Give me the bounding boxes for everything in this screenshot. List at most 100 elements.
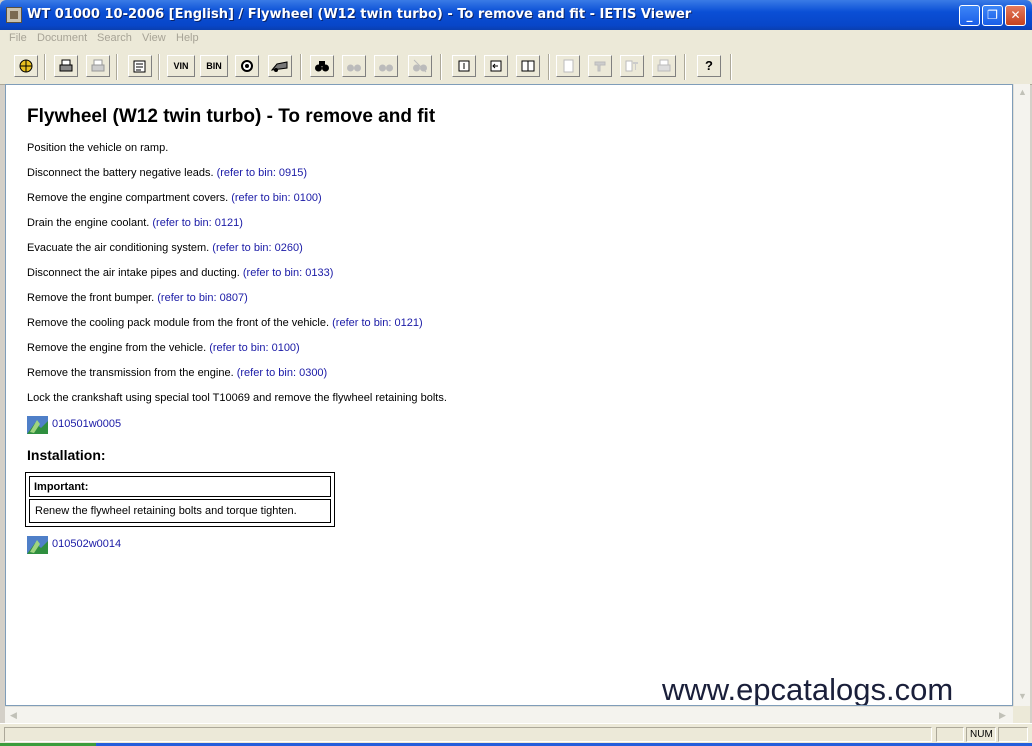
settings-button[interactable] — [235, 55, 259, 77]
status-pane-blank — [998, 727, 1028, 742]
page-title: Flywheel (W12 twin turbo) - To remove an… — [27, 106, 436, 127]
menu-help[interactable]: Help — [176, 32, 199, 44]
title-bar: WT 01000 10-2006 [English] / Flywheel (W… — [0, 0, 1032, 30]
new-page-button[interactable] — [556, 55, 580, 77]
globe-icon — [19, 59, 33, 73]
bin-reference-link[interactable]: (refer to bin: 0260) — [212, 242, 303, 254]
step-text: Disconnect the air intake pipes and duct… — [27, 267, 240, 279]
scroll-down-arrow-icon[interactable]: ▼ — [1015, 689, 1030, 704]
print-preview-button[interactable] — [86, 55, 110, 77]
toolbar-separator — [44, 54, 46, 80]
scroll-up-arrow-icon[interactable]: ▲ — [1015, 85, 1030, 100]
find-clear-button[interactable] — [408, 55, 432, 77]
menu-view[interactable]: View — [142, 32, 166, 44]
toolbar-separator — [548, 54, 550, 80]
important-label: Important: — [29, 476, 331, 497]
binoculars-clear-icon — [413, 59, 427, 73]
tool-icon — [594, 61, 606, 72]
important-note: Important: Renew the flywheel retaining … — [25, 472, 335, 527]
printer-disabled-icon — [657, 59, 671, 72]
print-button[interactable] — [54, 55, 78, 77]
bin-reference-link[interactable]: (refer to bin: 0915) — [217, 167, 308, 179]
step-2: Disconnect the battery negative leads. (… — [27, 167, 307, 179]
window-title: WT 01000 10-2006 [English] / Flywheel (W… — [27, 7, 692, 22]
status-bar: NUM — [0, 723, 1032, 744]
bin-reference-link[interactable]: (refer to bin: 0100) — [231, 192, 322, 204]
minimize-button[interactable]: _ — [959, 5, 980, 26]
home-button[interactable] — [14, 55, 38, 77]
printer-disabled-icon — [91, 59, 105, 72]
vin-button[interactable]: VIN — [167, 55, 195, 77]
menu-bar: File Document Search View Help — [0, 30, 1032, 48]
step-8: Remove the cooling pack module from the … — [27, 317, 423, 329]
step-text: Evacuate the air conditioning system. — [27, 242, 210, 254]
book-button[interactable] — [516, 55, 540, 77]
maximize-button[interactable]: ❐ — [982, 5, 1003, 26]
step-text: Position the vehicle on ramp. — [27, 142, 169, 154]
app-icon[interactable] — [6, 7, 22, 23]
step-text: Disconnect the battery negative leads. — [27, 167, 214, 179]
bin-reference-link[interactable]: (refer to bin: 0300) — [237, 367, 328, 379]
bin-reference-link[interactable]: (refer to bin: 0133) — [243, 267, 334, 279]
gear-icon — [241, 60, 253, 72]
properties-button[interactable] — [128, 55, 152, 77]
bin-reference-link[interactable]: (refer to bin: 0121) — [152, 217, 243, 229]
status-message-pane — [4, 727, 932, 742]
vertical-scrollbar[interactable]: ▲ ▼ — [1013, 84, 1030, 706]
bin-button[interactable]: BIN — [200, 55, 228, 77]
toolbar-separator — [684, 54, 686, 80]
back-button[interactable] — [484, 55, 508, 77]
num-lock-indicator: NUM — [966, 727, 996, 742]
toolbar: VIN BIN ? — [0, 48, 1032, 85]
bin-reference-link[interactable]: (refer to bin: 0100) — [209, 342, 300, 354]
step-text: Remove the engine compartment covers. — [27, 192, 229, 204]
horizontal-scrollbar[interactable]: ◀ ▶ — [5, 706, 1013, 723]
toolbar-separator — [116, 54, 118, 80]
menu-search[interactable]: Search — [97, 32, 132, 44]
binoculars-previous-icon — [347, 64, 361, 72]
print-disabled-button[interactable] — [652, 55, 676, 77]
menu-document[interactable]: Document — [37, 32, 87, 44]
menu-file[interactable]: File — [9, 32, 27, 44]
image-link-label[interactable]: 010501w0005 — [52, 418, 121, 430]
step-6: Disconnect the air intake pipes and duct… — [27, 267, 333, 279]
page-tool-icon — [625, 60, 638, 72]
step-11: Lock the crankshaft using special tool T… — [27, 392, 447, 404]
page-tool-button[interactable] — [620, 55, 644, 77]
watermark: www.epcatalogs.com — [662, 672, 954, 706]
image-link-label[interactable]: 010502w0014 — [52, 538, 121, 550]
close-button[interactable]: ✕ — [1005, 5, 1026, 26]
toolbar-separator — [158, 54, 160, 80]
step-text: Remove the engine from the vehicle. — [27, 342, 207, 354]
binoculars-next-icon — [379, 64, 393, 72]
toolbar-separator — [440, 54, 442, 80]
toolbar-separator — [730, 54, 732, 80]
installation-heading: Installation: — [27, 447, 106, 463]
help-button[interactable]: ? — [697, 55, 721, 77]
find-next-button[interactable] — [374, 55, 398, 77]
scroll-left-arrow-icon[interactable]: ◀ — [6, 708, 21, 723]
properties-icon — [133, 60, 146, 73]
find-previous-button[interactable] — [342, 55, 366, 77]
bin-reference-link[interactable]: (refer to bin: 0121) — [332, 317, 423, 329]
illustration-icon — [27, 536, 48, 554]
toolbar-separator — [300, 54, 302, 80]
page-number-icon — [458, 60, 470, 72]
printer-icon — [59, 59, 73, 72]
bin-reference-link[interactable]: (refer to bin: 0807) — [157, 292, 248, 304]
step-text: Remove the cooling pack module from the … — [27, 317, 330, 329]
vehicle-button[interactable] — [268, 55, 292, 77]
important-text: Renew the flywheel retaining bolts and t… — [29, 499, 331, 523]
binoculars-icon — [315, 61, 329, 72]
book-icon — [521, 60, 535, 72]
page-button[interactable] — [452, 55, 476, 77]
tool-button[interactable] — [588, 55, 612, 77]
vehicle-icon — [271, 61, 288, 72]
step-text: Drain the engine coolant. — [27, 217, 150, 229]
scroll-right-arrow-icon[interactable]: ▶ — [995, 708, 1010, 723]
find-button[interactable] — [310, 55, 334, 77]
step-3: Remove the engine compartment covers. (r… — [27, 192, 322, 204]
document-view[interactable]: Flywheel (W12 twin turbo) - To remove an… — [5, 84, 1013, 706]
step-7: Remove the front bumper. (refer to bin: … — [27, 292, 248, 304]
step-10: Remove the transmission from the engine.… — [27, 367, 327, 379]
